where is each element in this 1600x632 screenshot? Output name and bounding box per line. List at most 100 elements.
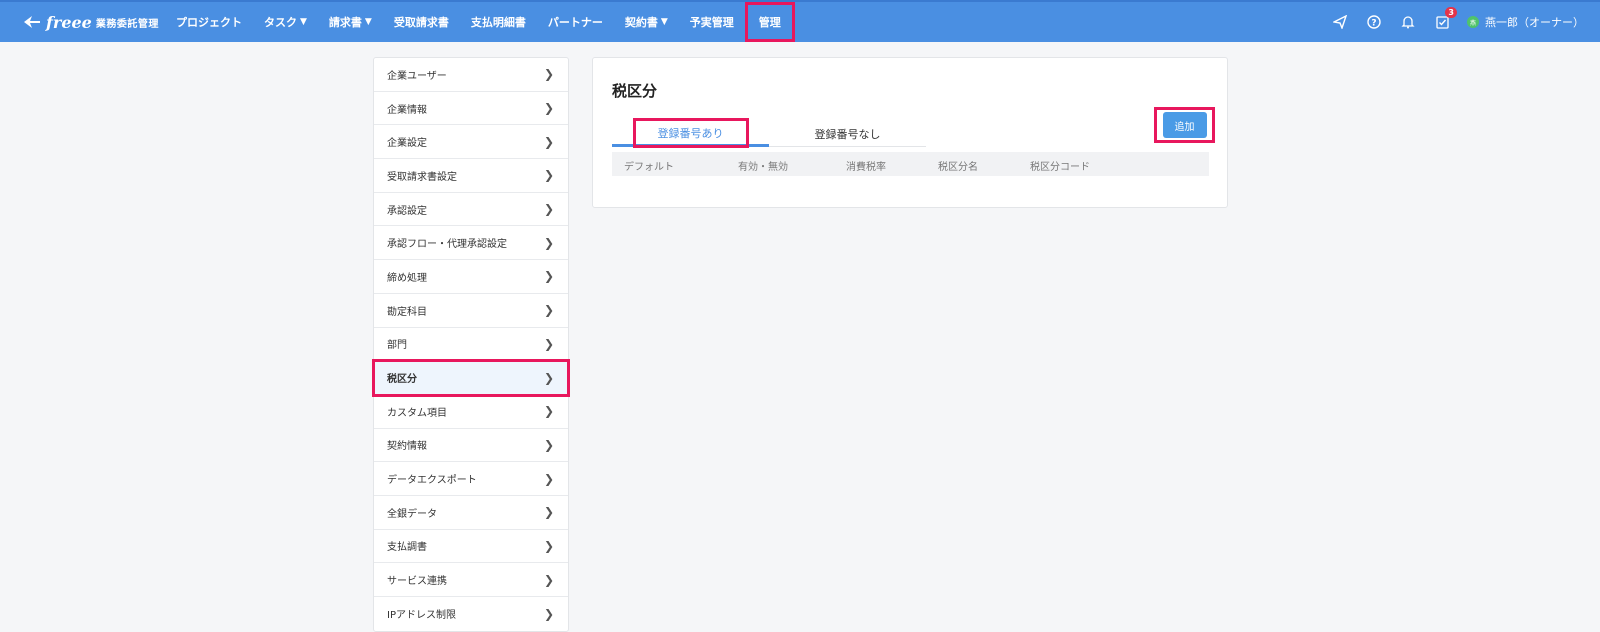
sidebar-item-label: 部門	[387, 340, 407, 352]
sidebar-item-label: 企業情報	[387, 104, 427, 116]
nav-admin[interactable]: 管理	[744, 2, 795, 42]
help-icon[interactable]: ?	[1363, 11, 1385, 33]
sidebar-item-custom-fields[interactable]: カスタム項目 ❯	[374, 395, 568, 429]
sidebar-item-approval-flow[interactable]: 承認フロー・代理承認設定 ❯	[374, 226, 568, 261]
sidebar-item-company-users[interactable]: 企業ユーザー ❯	[374, 58, 568, 92]
product-name: 業務委託管理	[95, 18, 159, 30]
user-menu[interactable]: 燕 燕一郎（オーナー）	[1467, 14, 1584, 30]
sidebar-item-company-info[interactable]: 企業情報 ❯	[374, 92, 568, 126]
chevron-right-icon: ❯	[543, 235, 554, 250]
sidebar-item-label: 支払調書	[387, 542, 427, 554]
nav-contract[interactable]: 契約書 ▼	[614, 2, 679, 42]
nav-budget-label: 予実管理	[689, 16, 734, 29]
nav-received-invoice[interactable]: 受取請求書	[383, 2, 460, 42]
send-icon[interactable]	[1329, 11, 1351, 33]
sidebar-item-label: 承認フロー・代理承認設定	[387, 239, 507, 251]
brand-name: freee	[46, 12, 92, 32]
sidebar-item-label: 受取請求書設定	[387, 171, 457, 183]
chevron-right-icon: ❯	[543, 202, 554, 217]
tab-with-registration-number[interactable]: 登録番号あり	[612, 117, 769, 148]
nav-admin-label: 管理	[758, 16, 781, 29]
sidebar-item-closing[interactable]: 締め処理 ❯	[374, 260, 568, 294]
nav-project-label: プロジェクト	[176, 16, 242, 29]
tax-category-panel: 税区分 登録番号あり 登録番号なし 追加 デフォルト 有効・無効 消費税率 税区…	[592, 57, 1228, 208]
add-button-highlight: 追加	[1154, 107, 1215, 143]
sidebar-item-label: 税区分	[387, 374, 417, 386]
nav-partner[interactable]: パートナー	[537, 2, 614, 42]
nav-project[interactable]: プロジェクト	[165, 2, 253, 42]
chevron-right-icon: ❯	[543, 67, 554, 82]
chevron-down-icon: ▼	[660, 17, 668, 27]
nav-payment-statement[interactable]: 支払明細書	[460, 2, 537, 42]
page-title: 税区分	[612, 82, 658, 100]
chevron-down-icon: ▼	[300, 17, 307, 27]
sidebar-item-data-export[interactable]: データエクスポート ❯	[374, 462, 568, 496]
sidebar-item-label: 企業設定	[387, 138, 427, 150]
nav-budget[interactable]: 予実管理	[679, 2, 745, 42]
avatar: 燕	[1467, 16, 1479, 28]
nav-received-invoice-label: 受取請求書	[393, 16, 449, 29]
sidebar-item-label: データエクスポート	[387, 475, 477, 487]
sidebar-item-received-invoice-settings[interactable]: 受取請求書設定 ❯	[374, 159, 568, 193]
sidebar-item-label: 契約情報	[387, 441, 427, 453]
bell-icon[interactable]	[1397, 11, 1419, 33]
chevron-right-icon: ❯	[543, 101, 554, 116]
chevron-right-icon: ❯	[543, 336, 554, 351]
chevron-down-icon: ▼	[364, 17, 372, 27]
sidebar-item-label: サービス連携	[387, 576, 447, 588]
task-check-icon[interactable]: 3	[1431, 7, 1457, 33]
user-name: 燕一郎（オーナー）	[1485, 16, 1584, 29]
chevron-right-icon: ❯	[543, 538, 554, 553]
chevron-right-icon: ❯	[543, 134, 554, 149]
column-header-tax-rate: 消費税率	[846, 162, 886, 173]
header-actions: ? 3 燕 燕一郎（オーナー）	[1317, 2, 1584, 42]
sidebar-item-company-settings[interactable]: 企業設定 ❯	[374, 125, 568, 160]
sidebar-item-tax-category[interactable]: 税区分 ❯	[372, 359, 570, 397]
nav-payment-statement-label: 支払明細書	[470, 16, 526, 29]
nav-task[interactable]: タスク ▼	[253, 2, 318, 42]
chevron-right-icon: ❯	[543, 505, 554, 520]
tab-label: 登録番号なし	[814, 127, 881, 141]
table-header: デフォルト 有効・無効 消費税率 税区分名 税区分コード	[612, 152, 1209, 176]
column-header-default: デフォルト	[624, 162, 674, 173]
sidebar-item-label: 締め処理	[387, 272, 427, 284]
chevron-right-icon: ❯	[543, 168, 554, 183]
sidebar-item-ip-restriction[interactable]: IPアドレス制限 ❯	[374, 597, 568, 631]
sidebar-item-zengin-data[interactable]: 全銀データ ❯	[374, 496, 568, 530]
column-header-status: 有効・無効	[738, 162, 788, 173]
nav-task-label: タスク	[264, 16, 297, 29]
settings-sidebar: 企業ユーザー ❯ 企業情報 ❯ 企業設定 ❯ 受取請求書設定 ❯ 承認設定 ❯ 承認フロー…	[372, 57, 570, 632]
sidebar-item-service-integration[interactable]: サービス連携 ❯	[374, 563, 568, 597]
chevron-right-icon: ❯	[543, 370, 554, 385]
sidebar-item-accounts[interactable]: 勘定科目 ❯	[374, 294, 568, 328]
top-header: freee 業務委託管理 プロジェクト タスク ▼ 請求書 ▼ 受取請求書 支払明細…	[0, 0, 1600, 42]
column-header-tax-name: 税区分名	[938, 162, 978, 173]
chevron-right-icon: ❯	[543, 471, 554, 486]
sidebar-item-label: カスタム項目	[387, 407, 447, 419]
nav-invoice[interactable]: 請求書 ▼	[318, 2, 383, 42]
svg-text:?: ?	[1371, 19, 1376, 29]
chevron-right-icon: ❯	[543, 606, 554, 621]
sidebar-item-payment-report[interactable]: 支払調書 ❯	[374, 530, 568, 564]
tax-tabs: 登録番号あり 登録番号なし	[612, 117, 926, 148]
tab-label: 登録番号あり	[632, 117, 749, 148]
chevron-right-icon: ❯	[543, 404, 554, 419]
chevron-right-icon: ❯	[543, 303, 554, 318]
freee-bird-icon	[24, 16, 40, 28]
notification-badge: 3	[1445, 7, 1457, 18]
sidebar-item-label: IPアドレス制限	[387, 610, 456, 622]
chevron-right-icon: ❯	[543, 437, 554, 452]
nav-contract-label: 契約書	[624, 16, 658, 29]
sidebar-item-label: 全銀データ	[387, 508, 437, 520]
sidebar-item-label: 勘定科目	[387, 306, 427, 318]
chevron-right-icon: ❯	[543, 269, 554, 284]
tab-without-registration-number[interactable]: 登録番号なし	[769, 121, 926, 147]
sidebar-item-contract-info[interactable]: 契約情報 ❯	[374, 429, 568, 463]
sidebar-item-departments[interactable]: 部門 ❯	[374, 328, 568, 362]
sidebar-item-approval-settings[interactable]: 承認設定 ❯	[374, 193, 568, 227]
nav-partner-label: パートナー	[547, 16, 603, 29]
sidebar-item-label: 承認設定	[387, 205, 427, 217]
main-nav: プロジェクト タスク ▼ 請求書 ▼ 受取請求書 支払明細書 パートナー 契約書 ▼ …	[165, 2, 795, 42]
logo[interactable]: freee 業務委託管理	[22, 10, 159, 34]
add-button[interactable]: 追加	[1162, 112, 1207, 138]
